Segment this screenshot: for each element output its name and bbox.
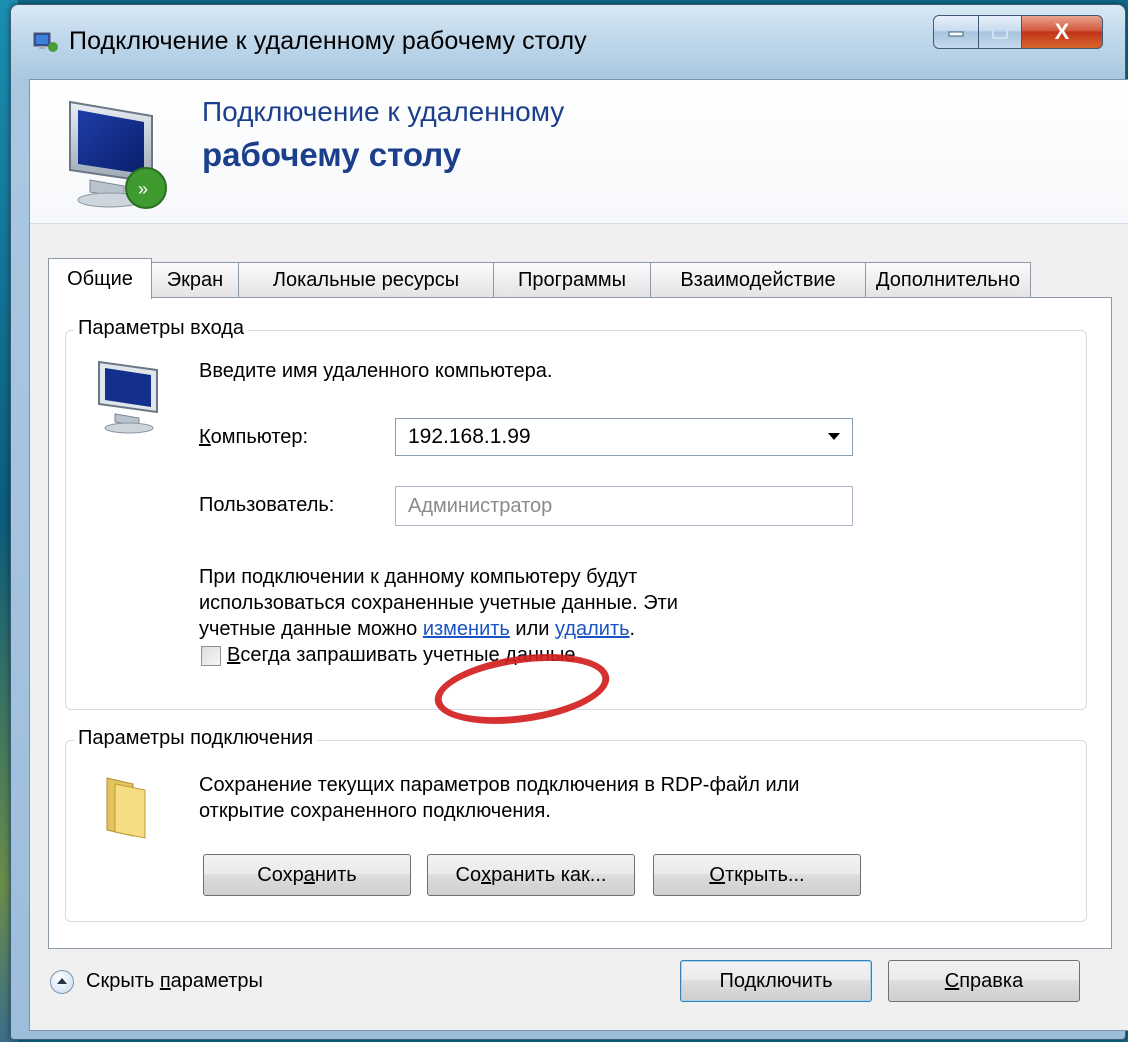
title-bar[interactable]: Подключение к удаленному рабочему столу … [11, 5, 1125, 79]
connection-settings-legend: Параметры подключения [74, 727, 318, 750]
user-field[interactable]: Администратор [395, 486, 853, 526]
connect-button[interactable]: Подключить [680, 960, 872, 1002]
user-value: Администратор [408, 494, 553, 517]
save-as-button[interactable]: Со х ранить как... [427, 854, 635, 896]
hide-options-pre: Скрыть [86, 970, 160, 992]
save-as-button-post: ранить как... [491, 863, 607, 886]
svg-text:»: » [138, 179, 148, 199]
credentials-info-line3-pre: учетные данные можно [199, 618, 423, 640]
banner-title-line1: Подключение к удаленному [202, 96, 565, 127]
chevron-down-icon[interactable] [828, 433, 840, 440]
tab-general[interactable]: Общие [48, 258, 152, 299]
save-button-pre: Сохр [257, 863, 304, 886]
computer-label-accel: К [199, 426, 211, 448]
always-ask-accel: В [227, 644, 241, 666]
computer-label: Компьютер: [199, 426, 308, 449]
tab-experience[interactable]: Взаимодействие [650, 262, 866, 298]
close-icon: X [1054, 19, 1070, 44]
tab-label: Локальные ресурсы [272, 269, 460, 291]
hide-options-label[interactable]: Скрыть параметры [86, 970, 263, 993]
close-button[interactable]: X [1022, 15, 1103, 49]
save-button-accel: а [303, 863, 315, 886]
open-button-post: ткрыть... [724, 863, 805, 886]
tab-local-resources[interactable]: Локальные ресурсы [238, 262, 494, 298]
credentials-info-line3-post: . [629, 618, 636, 640]
hide-options-toggle-icon[interactable] [50, 970, 74, 994]
computer-icon [98, 360, 158, 434]
save-button[interactable]: Сохр а нить [203, 854, 411, 896]
rdp-window: Подключение к удаленному рабочему столу … [10, 4, 1128, 1040]
dialog-client-area: » Подключение к удаленному рабочему стол… [29, 79, 1128, 1031]
help-button[interactable]: Справка [888, 960, 1080, 1002]
tab-screen[interactable]: Экран [151, 262, 239, 298]
credentials-info-line3-mid: или [509, 618, 555, 640]
minimize-icon [948, 31, 964, 37]
minimize-button[interactable] [933, 15, 979, 49]
save-as-button-accel: х [481, 863, 492, 886]
tab-label: Взаимодействие [680, 269, 836, 291]
caption-buttons: X [933, 15, 1103, 49]
credentials-info-line1: При подключении к данному компьютеру буд… [199, 566, 638, 588]
tab-label: Дополнительно [876, 269, 1020, 291]
tab-panel-general: Параметры входа Введите имя удаленного к… [48, 297, 1112, 949]
connect-button-label: Подключить [719, 969, 833, 992]
open-button[interactable]: Открыть... [653, 854, 861, 896]
remote-desktop-computer-icon: » [69, 100, 167, 209]
window-title: Подключение к удаленному рабочему столу [69, 27, 587, 55]
connection-desc-line2: открытие сохраненного подключения. [199, 800, 551, 822]
tab-advanced[interactable]: Дополнительно [865, 262, 1031, 298]
maximize-button[interactable] [979, 15, 1022, 49]
help-button-accel: С [944, 969, 960, 992]
computer-combobox[interactable]: 192.168.1.99 [395, 418, 853, 456]
credentials-info-line2: использоваться сохраненные учетные данны… [199, 592, 678, 614]
header-banner: » Подключение к удаленному рабочему стол… [30, 80, 1128, 224]
always-ask-checkbox[interactable] [201, 646, 221, 666]
remote-desktop-icon [33, 32, 58, 52]
credentials-info-line3: учетные данные можно изменить или удалит… [199, 618, 635, 641]
open-button-accel: О [709, 863, 725, 886]
tab-programs[interactable]: Программы [493, 262, 651, 298]
banner-title-line2: рабочему столу [202, 136, 462, 173]
tab-label: Общие [67, 267, 133, 290]
connection-desc-line1: Сохранение текущих параметров подключени… [199, 774, 800, 796]
change-credentials-link[interactable]: изменить [423, 618, 510, 640]
computer-label-rest: омпьютер: [210, 426, 309, 448]
computer-value: 192.168.1.99 [408, 425, 531, 448]
folder-icon [106, 777, 146, 839]
tab-label: Программы [517, 269, 627, 291]
enter-computer-instruction: Введите имя удаленного компьютера. [199, 360, 553, 382]
save-as-button-pre: Со [455, 863, 482, 886]
tab-label: Экран [166, 269, 224, 291]
delete-credentials-link[interactable]: удалить [555, 618, 630, 640]
hide-options-post: араметры [170, 970, 263, 992]
save-button-post: нить [314, 863, 357, 886]
login-settings-legend: Параметры входа [74, 317, 249, 340]
maximize-icon [992, 25, 1008, 39]
help-button-post: правка [959, 969, 1024, 992]
hide-options-accel: п [159, 970, 171, 992]
user-label: Пользователь: [199, 494, 335, 516]
